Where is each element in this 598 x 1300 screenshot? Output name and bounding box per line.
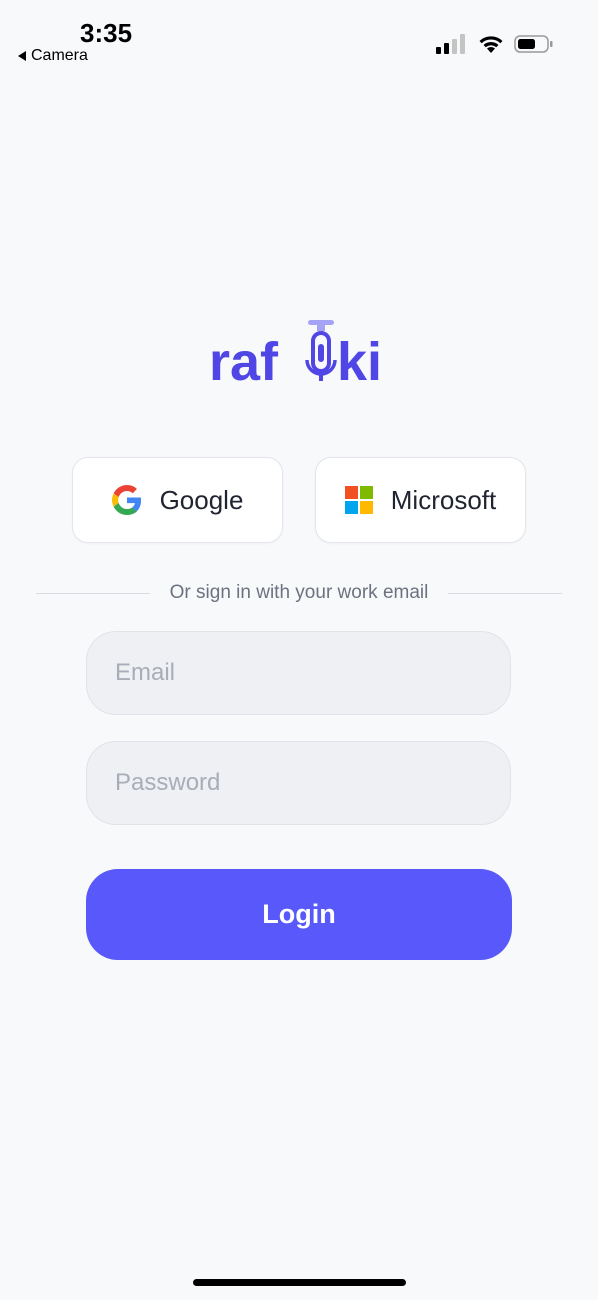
divider-line-right (448, 592, 563, 594)
wifi-icon (479, 36, 503, 53)
signal-icon (436, 34, 465, 54)
back-arrow-icon (18, 51, 26, 61)
or-divider: Or sign in with your work email (36, 582, 563, 604)
password-field-container (86, 741, 511, 825)
email-input[interactable] (115, 659, 510, 687)
status-indicators (436, 34, 554, 54)
rafiki-logo-icon: raf ki (209, 320, 382, 388)
login-screen: 3:35 Camera raf ki Google Microsoft Or s… (0, 0, 598, 1300)
google-icon (111, 485, 141, 515)
back-app-label: Camera (31, 47, 88, 64)
microsoft-signin-button[interactable]: Microsoft (315, 457, 526, 543)
battery-icon (514, 35, 553, 53)
back-to-app-link[interactable]: Camera (18, 47, 88, 65)
social-login-row: Google Microsoft (72, 457, 526, 543)
microsoft-icon (344, 486, 373, 514)
svg-text:ki: ki (337, 332, 382, 388)
divider-line-left (36, 592, 150, 594)
app-logo: raf ki (0, 318, 598, 388)
microsoft-label: Microsoft (390, 484, 497, 515)
password-input[interactable] (115, 769, 510, 797)
google-signin-button[interactable]: Google (72, 457, 283, 543)
status-time: 3:35 (80, 18, 133, 48)
google-label: Google (159, 484, 244, 515)
divider-text: Or sign in with your work email (169, 582, 429, 603)
login-button[interactable]: Login (86, 869, 512, 960)
home-indicator[interactable] (193, 1279, 406, 1286)
svg-text:raf: raf (209, 332, 279, 388)
email-field-container (86, 631, 511, 715)
